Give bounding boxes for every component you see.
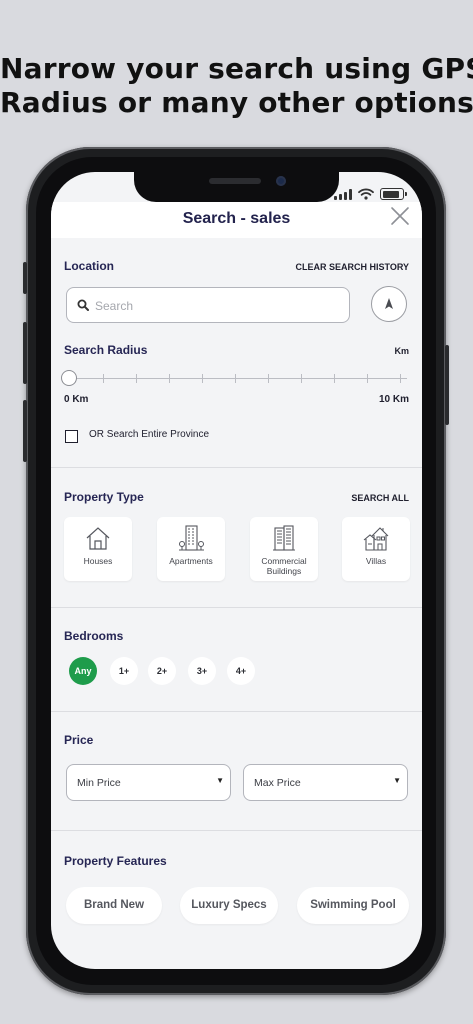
bedrooms-option-2plus[interactable]: 2+ bbox=[148, 657, 176, 685]
app-header: Search - sales bbox=[51, 202, 422, 238]
slider-tick bbox=[268, 374, 269, 383]
property-type-commercial-buildings[interactable]: Commercial Buildings bbox=[250, 517, 318, 581]
bedrooms-option-any[interactable]: Any bbox=[69, 657, 97, 685]
max-price-value: Max Price bbox=[254, 777, 301, 789]
slider-tick bbox=[103, 374, 104, 383]
power-button bbox=[445, 345, 449, 425]
status-bar bbox=[334, 188, 407, 200]
entire-province-checkbox[interactable] bbox=[65, 430, 78, 443]
radius-unit: Km bbox=[394, 346, 409, 356]
volume-down-button bbox=[23, 400, 27, 462]
section-divider bbox=[51, 467, 422, 468]
min-price-value: Min Price bbox=[77, 777, 121, 789]
price-label: Price bbox=[64, 733, 94, 747]
feature-chip-swimming-pool[interactable]: Swimming Pool bbox=[297, 887, 409, 924]
close-icon[interactable] bbox=[390, 206, 410, 226]
search-input[interactable] bbox=[93, 296, 337, 316]
property-type-label-text: Apartments bbox=[169, 556, 213, 566]
bedrooms-label: Bedrooms bbox=[64, 629, 124, 643]
radius-max-label: 10 Km bbox=[378, 394, 409, 405]
property-type-apartments[interactable]: Apartments bbox=[157, 517, 225, 581]
bedrooms-option-3plus[interactable]: 3+ bbox=[188, 657, 216, 685]
property-type-label-text: Commercial Buildings bbox=[261, 556, 307, 576]
front-camera bbox=[276, 176, 286, 186]
property-features-label: Property Features bbox=[64, 854, 167, 868]
property-type-label-text: Houses bbox=[83, 556, 113, 566]
slider-tick bbox=[334, 374, 335, 383]
location-label: Location bbox=[64, 259, 114, 273]
slider-tick bbox=[301, 374, 302, 383]
property-type-houses[interactable]: Houses bbox=[64, 517, 132, 581]
search-field[interactable] bbox=[66, 287, 350, 323]
min-price-select[interactable]: Min Price ▼ bbox=[66, 764, 231, 801]
promo-line-1: Narrow your search using GPS, bbox=[0, 52, 473, 85]
app-screen: Search - sales Location CLEAR SEARCH HIS… bbox=[51, 172, 422, 969]
caret-down-icon: ▼ bbox=[393, 776, 401, 785]
speaker-grille bbox=[209, 178, 261, 184]
bedrooms-option-4plus[interactable]: 4+ bbox=[227, 657, 255, 685]
slider-tick bbox=[169, 374, 170, 383]
page-title: Search - sales bbox=[182, 210, 291, 227]
slider-thumb[interactable] bbox=[61, 370, 77, 386]
search-radius-label: Search Radius bbox=[64, 343, 148, 357]
slider-tick bbox=[136, 374, 137, 383]
house-icon bbox=[86, 527, 110, 550]
property-type-label-text: Villas bbox=[365, 556, 387, 566]
radius-slider[interactable] bbox=[61, 370, 407, 387]
max-price-select[interactable]: Max Price ▼ bbox=[243, 764, 408, 801]
slider-tick bbox=[367, 374, 368, 383]
villa-icon bbox=[363, 527, 389, 551]
bedrooms-option-1plus[interactable]: 1+ bbox=[110, 657, 138, 685]
slider-tick bbox=[202, 374, 203, 383]
silent-switch bbox=[23, 262, 27, 294]
feature-chip-brand-new[interactable]: Brand New bbox=[66, 887, 162, 924]
section-divider bbox=[51, 711, 422, 712]
entire-province-label: OR Search Entire Province bbox=[89, 429, 210, 440]
feature-chip-luxury-specs[interactable]: Luxury Specs bbox=[180, 887, 278, 924]
section-divider bbox=[51, 607, 422, 608]
signal-icon bbox=[334, 188, 352, 200]
slider-track bbox=[71, 378, 407, 379]
promo-headline: Narrow your search using GPS, Radius or … bbox=[0, 52, 473, 120]
navigation-arrow-icon bbox=[385, 298, 393, 309]
slider-tick bbox=[400, 374, 401, 383]
caret-down-icon: ▼ bbox=[216, 776, 224, 785]
search-icon bbox=[77, 299, 89, 311]
volume-up-button bbox=[23, 322, 27, 384]
property-type-label: Property Type bbox=[64, 490, 144, 504]
radius-min-label: 0 Km bbox=[64, 394, 89, 405]
gps-locate-button[interactable] bbox=[371, 286, 407, 322]
slider-tick bbox=[235, 374, 236, 383]
wifi-icon bbox=[358, 188, 374, 200]
battery-icon bbox=[380, 188, 407, 200]
section-divider bbox=[51, 830, 422, 831]
notch bbox=[134, 172, 339, 202]
commercial-building-icon bbox=[273, 525, 295, 551]
apartment-icon bbox=[179, 525, 204, 551]
property-type-villas[interactable]: Villas bbox=[342, 517, 410, 581]
clear-search-history-link[interactable]: CLEAR SEARCH HISTORY bbox=[295, 262, 409, 272]
promo-line-2: Radius or many other options bbox=[0, 86, 473, 119]
search-all-link[interactable]: SEARCH ALL bbox=[351, 493, 409, 503]
